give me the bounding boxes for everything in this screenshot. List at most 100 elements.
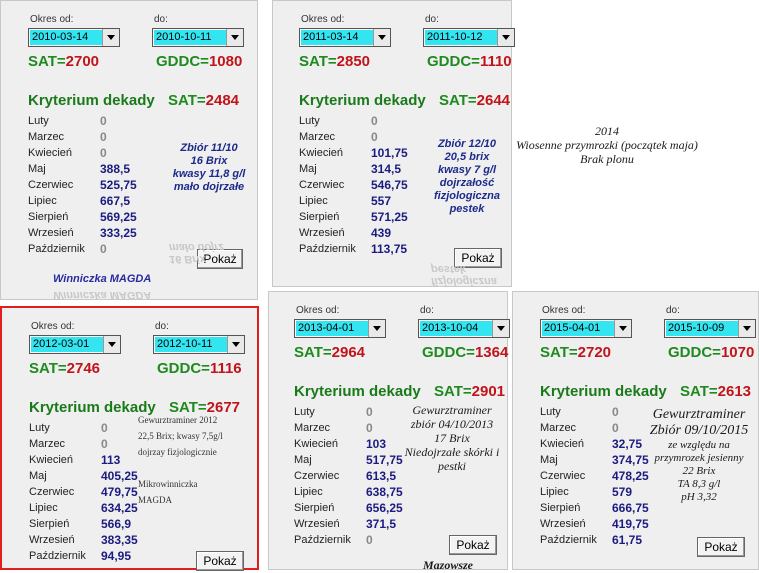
month-value: 566,9 <box>101 517 132 531</box>
month-label: Kwiecień <box>540 438 585 450</box>
chevron-down-icon[interactable] <box>102 29 119 46</box>
gddc-value: 1070 <box>720 344 755 361</box>
ghost-line: pestek <box>431 263 466 275</box>
month-value: 0 <box>100 130 107 144</box>
sat-label: SAT= <box>28 53 66 70</box>
month-label: Październik <box>299 243 356 255</box>
mirrored-reflection: 16 Brix mało dojrz <box>169 241 224 265</box>
pokaz-button[interactable]: Pokaż <box>196 551 244 571</box>
gddc-label: GDDC= <box>157 360 210 377</box>
harvest-note: Gewurztraminer 2012 22,5 Brix; kwasy 7,5g… <box>138 412 258 508</box>
sat-value: 2700 <box>65 53 100 70</box>
do-label: do: <box>420 305 434 316</box>
sat2-label: SAT= <box>439 92 477 109</box>
report-panel: Okres od: do: 2011-03-14 2011-10-12 SAT=2850… <box>272 0 515 287</box>
month-label: Marzec <box>29 438 66 450</box>
sat2-label: SAT= <box>680 383 718 400</box>
sat-value: 2964 <box>331 344 366 361</box>
note-line: Zbiór 12/10 <box>437 138 497 150</box>
month-label: Lipiec <box>299 195 328 207</box>
chevron-down-icon[interactable] <box>497 29 514 46</box>
month-value: 0 <box>371 114 378 128</box>
note-line: pestek <box>449 203 485 215</box>
note-line: 22 Brix <box>682 465 716 477</box>
sat-decade: SAT=2901 <box>434 383 505 400</box>
harvest-note: Zbiór 12/10 20,5 brix kwasy 7 g/l dojrzałoś… <box>426 138 508 216</box>
note-line: zbiór 04/10/2013 <box>410 417 494 431</box>
month-value: 571,25 <box>371 210 408 224</box>
chevron-down-icon[interactable] <box>492 320 509 337</box>
chevron-down-icon[interactable] <box>103 336 120 353</box>
month-label: Marzec <box>299 131 336 143</box>
month-value: 0 <box>612 421 619 435</box>
kryterium-dekady-label: Kryterium dekady <box>540 383 667 400</box>
chevron-down-icon[interactable] <box>373 29 390 46</box>
chevron-down-icon[interactable] <box>227 336 244 353</box>
date-from-picker[interactable]: 2011-03-14 <box>299 28 391 47</box>
date-from-picker[interactable]: 2010-03-14 <box>28 28 120 47</box>
note-line: Niedojrzałe skórki i <box>404 445 500 459</box>
month-label: Lipiec <box>540 486 569 498</box>
chevron-down-icon[interactable] <box>738 320 755 337</box>
date-to-picker[interactable]: 2010-10-11 <box>152 28 244 47</box>
chevron-down-icon[interactable] <box>614 320 631 337</box>
report-panel: Okres od: do: 2015-04-01 2015-10-09 SAT=2720… <box>512 291 759 570</box>
note-line: dojrzay fizjologicznie <box>138 447 217 457</box>
month-value: 546,75 <box>371 178 408 192</box>
month-label: Marzec <box>294 422 331 434</box>
note-line: Zbiór 09/10/2015 <box>649 423 749 438</box>
chevron-down-icon[interactable] <box>368 320 385 337</box>
date-from-picker[interactable]: 2015-04-01 <box>540 319 632 338</box>
note-line <box>138 460 258 476</box>
month-value: 314,5 <box>371 162 402 176</box>
month-value: 439 <box>371 226 392 240</box>
date-to-value: 2013-10-04 <box>420 321 492 336</box>
note-line: 22,5 Brix; kwasy 7,5g/l <box>138 431 223 441</box>
report-panel: Okres od: do: 2013-04-01 2013-10-04 SAT=2964… <box>268 291 510 572</box>
month-value: 0 <box>366 405 373 419</box>
date-from-picker[interactable]: 2013-04-01 <box>294 319 386 338</box>
do-label: do: <box>666 305 680 316</box>
month-label: Marzec <box>28 131 65 143</box>
sat-label: SAT= <box>299 53 337 70</box>
date-from-picker[interactable]: 2012-03-01 <box>29 335 121 354</box>
date-to-picker[interactable]: 2015-10-09 <box>664 319 756 338</box>
pokaz-button[interactable]: Pokaż <box>449 535 497 555</box>
mirrored-reflection: Winniczka MAGDA <box>53 289 152 301</box>
gddc-value: 1116 <box>209 360 242 377</box>
month-label: Luty <box>540 406 561 418</box>
month-value: 557 <box>371 194 392 208</box>
month-value: 371,5 <box>366 517 397 531</box>
month-label: Maj <box>299 163 317 175</box>
month-value: 0 <box>101 437 108 451</box>
date-to-value: 2010-10-11 <box>154 30 226 45</box>
month-label: Maj <box>540 454 558 466</box>
gddc-label: GDDC= <box>156 53 209 70</box>
sat-total: SAT=2720 <box>540 344 611 361</box>
date-to-picker[interactable]: 2013-10-04 <box>418 319 510 338</box>
sat2-label: SAT= <box>434 383 472 400</box>
month-label: Marzec <box>540 422 577 434</box>
month-value: 333,25 <box>100 226 137 240</box>
month-value: 405,25 <box>101 469 138 483</box>
chevron-down-icon[interactable] <box>226 29 243 46</box>
note-line: Gewurztraminer <box>652 407 746 422</box>
note-line: Wiosenne przymrozki (początek maja) <box>516 138 698 152</box>
note-line: 20,5 brix <box>444 151 490 163</box>
date-to-picker[interactable]: 2012-10-11 <box>153 335 245 354</box>
mirrored-reflection: fizjologiczna pestek <box>431 263 497 287</box>
date-to-picker[interactable]: 2011-10-12 <box>423 28 515 47</box>
sat-total: SAT=2850 <box>299 53 370 70</box>
date-to-value: 2012-10-11 <box>155 337 227 352</box>
month-label: Czerwiec <box>28 179 74 191</box>
sat-decade: SAT=2613 <box>680 383 751 400</box>
note-line: Gewurztraminer 2012 <box>138 415 218 425</box>
month-label: Sierpień <box>299 211 340 223</box>
ghost-line: fizjologiczna <box>431 275 497 287</box>
month-label: Kwiecień <box>294 438 339 450</box>
month-value: 0 <box>366 421 373 435</box>
pokaz-button[interactable]: Pokaż <box>697 537 745 557</box>
month-label: Wrzesień <box>299 227 345 239</box>
gddc-value: 1080 <box>208 53 243 70</box>
month-label: Sierpień <box>29 518 70 530</box>
